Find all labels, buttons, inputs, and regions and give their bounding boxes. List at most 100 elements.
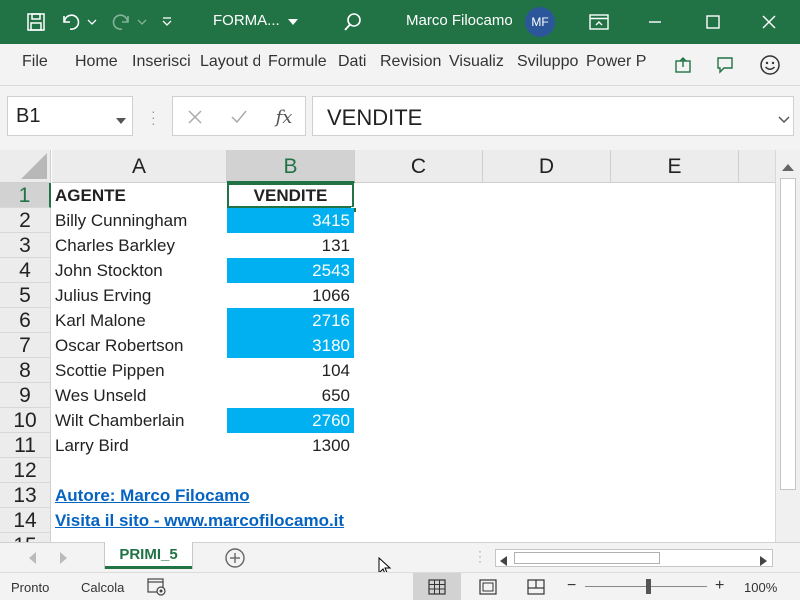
column-header-a[interactable]: A [52,150,227,183]
ribbon-display-options-icon[interactable] [586,0,612,44]
row-header-1[interactable]: 1 [0,183,51,208]
formula-bar-grip-icon[interactable]: · · · [151,104,156,130]
tab-developer[interactable]: Sviluppo [517,53,579,71]
undo-icon[interactable] [58,0,84,44]
redo-dropdown-icon[interactable] [136,0,148,44]
cell-agent[interactable]: Wilt Chamberlain [52,408,226,433]
cell-sales-highlighted[interactable]: 3180 [227,333,354,358]
row-header-11[interactable]: 11 [0,433,51,458]
cell-agent[interactable]: Oscar Robertson [52,333,226,358]
cell-agent[interactable]: Charles Barkley [52,233,226,258]
cell-a1-agent-header[interactable]: AGENTE [52,183,226,208]
column-header-f[interactable] [739,150,779,183]
sheet-tab-primi-5[interactable]: PRIMI_5 [105,542,192,569]
row-header-15[interactable]: 15 [0,533,51,542]
select-all-button[interactable] [0,150,51,183]
cell-agent[interactable]: Scottie Pippen [52,358,226,383]
cell-b1-sales-header[interactable]: VENDITE [227,183,354,208]
cell-sales[interactable]: 104 [227,358,354,383]
row-header-2[interactable]: 2 [0,208,51,233]
filename-dropdown-icon[interactable] [286,0,300,44]
sheet-scroll-left-icon[interactable] [28,551,36,569]
scroll-right-icon[interactable] [760,553,767,571]
cell-sales-highlighted[interactable]: 3415 [227,208,354,233]
page-break-preview-icon[interactable] [512,573,560,600]
column-header-b[interactable]: B [227,150,355,183]
scroll-left-icon[interactable] [500,553,507,571]
column-header-d[interactable]: D [483,150,611,183]
row-header-14[interactable]: 14 [0,508,51,533]
name-box-dropdown-icon[interactable] [116,111,126,129]
cell-sales-highlighted[interactable]: 2716 [227,308,354,333]
cell-sales[interactable]: 1066 [227,283,354,308]
status-calculate[interactable]: Calcola [81,580,124,595]
row-header-12[interactable]: 12 [0,458,51,483]
cell-sales[interactable]: 650 [227,383,354,408]
search-icon[interactable] [340,0,366,44]
close-icon[interactable] [756,0,782,44]
minimize-icon[interactable] [642,0,668,44]
column-header-c[interactable]: C [355,150,483,183]
cancel-icon[interactable] [181,97,209,137]
zoom-level[interactable]: 100% [744,580,777,595]
horizontal-scrollbar[interactable] [495,549,773,567]
row-header-10[interactable]: 10 [0,408,51,433]
author-link[interactable]: Autore: Marco Filocamo [52,483,250,508]
tab-formulas[interactable]: Formule [268,53,330,71]
vertical-scrollbar[interactable] [775,150,800,542]
cell-agent[interactable]: John Stockton [52,258,226,283]
worksheet-grid[interactable]: A B C D E 1 2 3 4 5 6 7 8 9 10 11 12 13 … [0,150,800,542]
sheet-scroll-right-icon[interactable] [60,551,68,569]
tab-power-pivot[interactable]: Power P [586,53,648,71]
row-header-9[interactable]: 9 [0,383,51,408]
cell-agent[interactable]: Wes Unseld [52,383,226,408]
row-header-4[interactable]: 4 [0,258,51,283]
customize-toolbar-icon[interactable] [158,0,176,44]
expand-formula-bar-icon[interactable] [778,111,790,129]
cell-sales[interactable]: 1300 [227,433,354,458]
cell-agent[interactable]: Larry Bird [52,433,226,458]
maximize-icon[interactable] [700,0,726,44]
row-header-3[interactable]: 3 [0,233,51,258]
row-header-5[interactable]: 5 [0,283,51,308]
insert-function-icon[interactable]: fx [269,97,299,137]
redo-icon[interactable] [108,0,134,44]
tab-split-grip-icon[interactable]: · · · [478,545,482,567]
tab-review[interactable]: Revision [380,53,442,71]
row-header-8[interactable]: 8 [0,358,51,383]
cell-agent[interactable]: Julius Erving [52,283,226,308]
column-header-e[interactable]: E [611,150,739,183]
zoom-in-button[interactable]: + [715,577,724,595]
vertical-scroll-thumb[interactable] [780,178,796,490]
feedback-smiley-icon[interactable] [755,50,785,80]
share-icon[interactable] [668,50,698,80]
zoom-slider-handle[interactable] [646,579,651,594]
tab-data[interactable]: Dati [338,53,372,71]
cell-sales-highlighted[interactable]: 2760 [227,408,354,433]
avatar[interactable]: MF [525,7,555,37]
new-sheet-icon[interactable] [224,547,246,574]
cell-sales[interactable]: 131 [227,233,354,258]
enter-check-icon[interactable] [225,97,253,137]
tab-view[interactable]: Visualiz [449,53,510,71]
comments-icon[interactable] [710,50,740,80]
tab-file[interactable]: File [22,53,48,71]
tab-page-layout[interactable]: Layout d [200,53,260,71]
tab-home[interactable]: Home [75,53,118,71]
page-layout-view-icon[interactable] [464,573,512,600]
row-header-13[interactable]: 13 [0,483,51,508]
normal-view-icon[interactable] [413,573,461,600]
cell-agent[interactable]: Karl Malone [52,308,226,333]
macro-recording-icon[interactable] [147,578,167,599]
scroll-up-icon[interactable] [782,158,794,176]
save-icon[interactable] [22,0,50,44]
row-header-6[interactable]: 6 [0,308,51,333]
horizontal-scroll-thumb[interactable] [514,552,660,564]
cell-agent[interactable]: Billy Cunningham [52,208,226,233]
cell-sales-highlighted[interactable]: 2543 [227,258,354,283]
row-header-7[interactable]: 7 [0,333,51,358]
user-name[interactable]: Marco Filocamo [406,12,513,29]
name-box[interactable]: B1 [7,96,133,136]
formula-input[interactable]: VENDITE [312,96,794,136]
website-link[interactable]: Visita il sito - www.marcofilocamo.it [52,508,344,533]
